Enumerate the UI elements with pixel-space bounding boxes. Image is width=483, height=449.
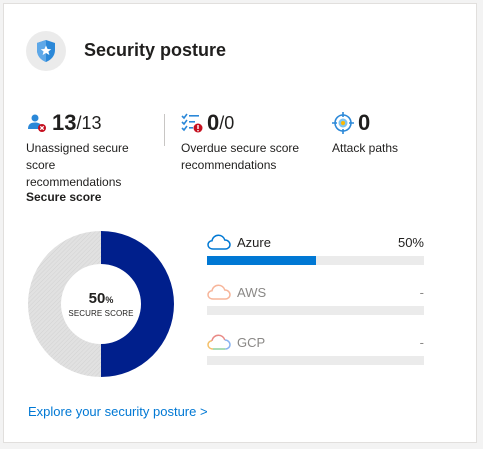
azure-progress-bar: [207, 256, 424, 265]
aws-progress-bar: [207, 306, 424, 315]
cloud-row-azure: Azure 50%: [207, 232, 424, 265]
unassigned-total: /13: [76, 112, 102, 133]
gcp-progress-bar: [207, 356, 424, 365]
unassigned-count: 13: [52, 110, 77, 135]
overdue-count: 0: [207, 110, 220, 135]
overdue-recommendations-metric: 0 /0 Overdue secure score recommendation…: [181, 110, 301, 174]
attack-paths-metric: 0 Attack paths: [332, 110, 452, 157]
secure-score-donut: [28, 231, 174, 377]
page-title: Security posture: [84, 40, 227, 60]
azure-progress-fill: [207, 256, 316, 265]
aws-cloud-icon: [207, 284, 231, 300]
overdue-total: /0: [219, 112, 235, 133]
overdue-description: Overdue secure score recommendations: [181, 141, 300, 172]
cloud-row-gcp: GCP -: [207, 332, 424, 365]
cloud-name-gcp: GCP: [237, 334, 266, 350]
cloud-value-gcp: -: [419, 334, 424, 350]
metric-divider: [164, 114, 165, 146]
checklist-alert-icon: [181, 112, 203, 134]
unassigned-recommendations-metric: 13 /13 Unassigned secure score recommend…: [26, 110, 146, 191]
shield-star-icon: [26, 31, 66, 71]
cloud-value-aws: -: [419, 284, 424, 300]
cloud-value-azure: 50%: [397, 234, 424, 250]
cloud-name-azure: Azure: [237, 234, 271, 250]
azure-cloud-icon: [207, 234, 231, 250]
donut-filled-segment: [101, 231, 174, 377]
unassigned-description: Unassigned secure score recommendations: [26, 141, 129, 189]
gcp-cloud-icon: [207, 334, 231, 350]
user-x-icon: [26, 112, 48, 134]
donut-remaining-segment: [28, 231, 101, 377]
cloud-row-aws: AWS -: [207, 282, 424, 315]
secure-score-label: Secure score: [26, 190, 102, 204]
cloud-name-aws: AWS: [237, 284, 267, 300]
attack-paths-count: 0: [358, 110, 371, 135]
explore-security-posture-link[interactable]: Explore your security posture >: [28, 404, 208, 419]
target-icon: [332, 112, 354, 134]
security-posture-card: [3, 3, 477, 443]
attack-paths-description: Attack paths: [332, 141, 399, 155]
